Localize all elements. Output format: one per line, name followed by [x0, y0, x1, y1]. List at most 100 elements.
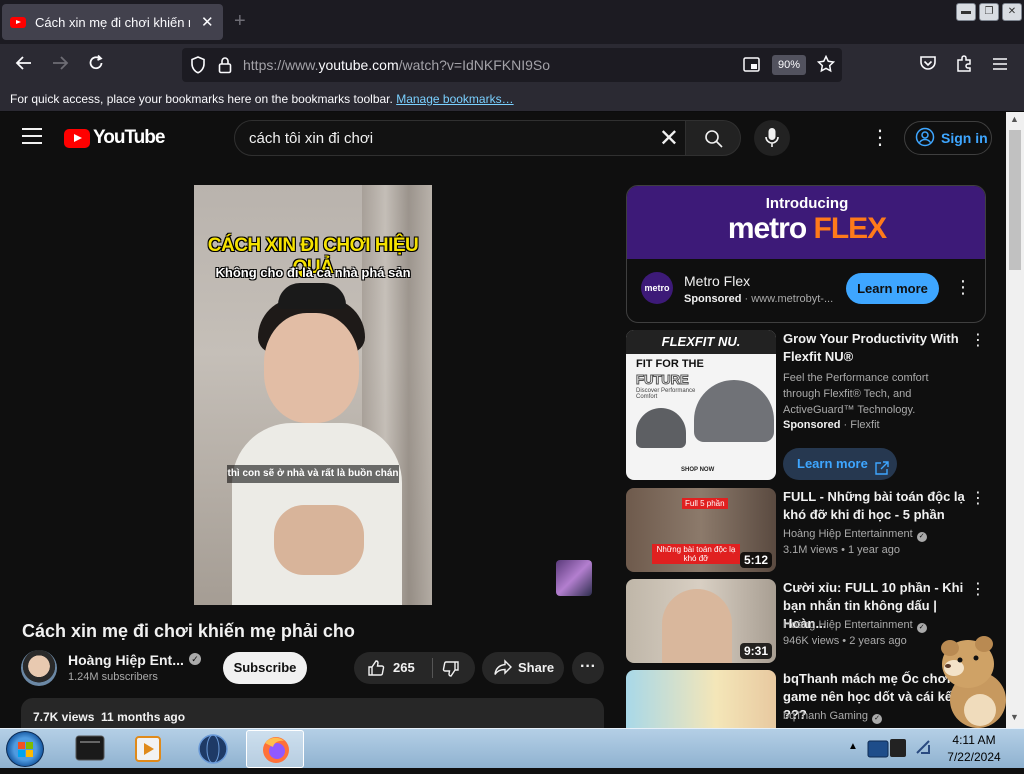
minimize-button[interactable]: ▬: [956, 3, 976, 21]
flexfit-learn-more-button[interactable]: Learn more: [783, 448, 897, 480]
clear-search-icon[interactable]: ✕: [659, 124, 679, 153]
subscriber-count: 1.24M subscribers: [68, 671, 158, 683]
flexfit-thumb-future: FUTURE: [636, 372, 690, 388]
sponsored-ad-card[interactable]: Introducing metro FLEX metro Metro Flex …: [626, 185, 986, 323]
show-hidden-icons-arrow-icon[interactable]: ▲: [848, 741, 858, 752]
ad-advertiser-logo: metro: [641, 272, 673, 304]
clock-time[interactable]: 4:11 AM: [948, 733, 1000, 747]
ad-banner[interactable]: Introducing metro FLEX: [627, 186, 985, 259]
ad-learn-more-button[interactable]: Learn more: [846, 273, 939, 304]
channel-watermark[interactable]: [556, 560, 592, 596]
desktop-pet-hamster[interactable]: [934, 630, 1014, 728]
tab-close-icon[interactable]: ✕: [199, 13, 215, 31]
more-actions-button[interactable]: ···: [572, 652, 604, 684]
video-thumbnail[interactable]: Full 5 phần Những bài toán độc lạ khó đỡ…: [626, 488, 776, 572]
bookmark-star-icon[interactable]: [816, 54, 836, 78]
search-button[interactable]: [685, 120, 741, 156]
video-player[interactable]: CÁCH XIN ĐI CHƠI HIỆU QUẢ Không cho đi l…: [194, 185, 432, 605]
channel-name[interactable]: Hoàng Hiệp Ent...: [68, 652, 184, 668]
related-video-card[interactable]: Full 5 phần Những bài toán độc lạ khó đỡ…: [626, 488, 1001, 572]
ad-banner-brand: metro FLEX: [727, 212, 887, 245]
tracking-protection-shield-icon[interactable]: [190, 56, 206, 79]
flexfit-thumb-discover: Discover Performance Comfort: [636, 388, 696, 400]
flexfit-thumbnail[interactable]: FLEXFIT NU. FIT FOR THE FUTURE Discover …: [626, 330, 776, 480]
description-box[interactable]: 7.7K views 11 months ago: [21, 698, 604, 728]
ad-menu-kebab-icon[interactable]: ⋮: [954, 277, 972, 298]
share-arrow-icon: [493, 659, 513, 682]
url-text: https://www.youtube.com/watch?v=IdNKFKNI…: [243, 57, 550, 73]
youtube-page: YouTube cách tôi xin đi chơi ✕ ⋮ Sign in…: [0, 112, 1006, 728]
flexfit-thumb-band: FLEXFIT NU.: [626, 330, 776, 354]
new-tab-icon[interactable]: +: [234, 10, 246, 33]
search-icon: [704, 129, 724, 154]
card-menu-kebab-icon[interactable]: ⋮: [970, 579, 986, 599]
settings-kebab-icon[interactable]: ⋮: [870, 126, 890, 150]
tab-title: Cách xin mẹ đi chơi khiến mẹ phải cho: [35, 14, 190, 30]
thumb-tag: Full 5 phần: [682, 498, 728, 509]
pocket-icon[interactable]: [917, 54, 939, 76]
restore-button[interactable]: ❐: [979, 3, 999, 21]
thumb-text: Những bài toán độc lạ khó đỡ: [652, 544, 740, 564]
taskbar-app-firefox[interactable]: [246, 730, 304, 768]
cap-image: [694, 380, 774, 442]
lock-icon[interactable]: [218, 56, 232, 79]
taskbar-app-media-player[interactable]: [120, 730, 178, 768]
youtube-logo-text: YouTube: [93, 127, 165, 148]
taskbar: ▲ 4:11 AM 7/22/2024: [0, 728, 1024, 768]
video-thumbnail[interactable]: [626, 670, 776, 728]
url-bar[interactable]: https://www.youtube.com/watch?v=IdNKFKNI…: [182, 48, 842, 82]
sign-in-button[interactable]: Sign in: [904, 121, 992, 155]
verified-check-icon: ✓: [916, 532, 927, 542]
flexfit-sponsored-card[interactable]: FLEXFIT NU. FIT FOR THE FUTURE Discover …: [626, 330, 1001, 482]
youtube-play-logo-icon: [64, 128, 90, 148]
sign-in-label: Sign in: [941, 130, 988, 146]
ad-sponsored-line: Sponsored · www.metrobyt-...: [684, 293, 834, 305]
navigation-bar: https://www.youtube.com/watch?v=IdNKFKNI…: [0, 44, 1024, 86]
thumbs-down-icon[interactable]: [442, 660, 460, 683]
card-menu-kebab-icon[interactable]: ⋮: [970, 330, 986, 350]
browser-tab[interactable]: Cách xin mẹ đi chơi khiến mẹ phải cho ✕: [2, 4, 223, 40]
scrollbar-thumb[interactable]: [1009, 130, 1021, 270]
close-window-button[interactable]: ✕: [1002, 3, 1022, 21]
network-icon[interactable]: [914, 739, 932, 762]
tab-bar: Cách xin mẹ đi chơi khiến mẹ phải cho ✕ …: [0, 0, 1024, 44]
search-input[interactable]: cách tôi xin đi chơi ✕: [234, 120, 686, 156]
flexfit-sponsored-line: Sponsored · Flexfit: [783, 419, 880, 431]
flexfit-thumb-fit: FIT FOR THE: [636, 358, 704, 370]
taskbar-app-terminal[interactable]: [62, 730, 120, 768]
menu-hamburger-icon[interactable]: [989, 54, 1011, 76]
taskbar-app-globe[interactable]: [184, 730, 242, 768]
start-button[interactable]: [6, 731, 44, 767]
manage-bookmarks-link[interactable]: Manage bookmarks…: [396, 92, 513, 106]
zoom-level-badge[interactable]: 90%: [772, 55, 806, 75]
forward-arrow-icon[interactable]: [49, 54, 71, 76]
youtube-favicon-icon: [10, 16, 26, 28]
video-meta: 3.1M views • 1 year ago: [783, 544, 900, 556]
video-channel[interactable]: Hoàng Hiệp Entertainment ✓: [783, 528, 927, 542]
video-channel[interactable]: Hoàng Hiệp Entertainment ✓: [783, 619, 927, 633]
video-thumbnail[interactable]: 9:31: [626, 579, 776, 663]
share-button[interactable]: Share: [482, 652, 564, 684]
tray-app-icon[interactable]: [866, 737, 910, 766]
thumbs-up-icon[interactable]: [367, 659, 385, 682]
scroll-up-arrow-icon[interactable]: ▲: [1010, 114, 1019, 124]
verified-check-icon: ✓: [872, 714, 882, 724]
clock-date[interactable]: 7/22/2024: [946, 750, 1002, 764]
back-arrow-icon[interactable]: [13, 54, 35, 76]
card-menu-kebab-icon[interactable]: ⋮: [970, 488, 986, 508]
flexfit-title[interactable]: Grow Your Productivity With Flexfit NU®: [783, 330, 968, 366]
video-channel[interactable]: bqThanh Gaming ✓: [783, 710, 882, 724]
video-overlay-subtitle: Không cho đi là cả nhà phá sản: [215, 265, 411, 280]
channel-avatar[interactable]: [21, 650, 57, 686]
video-title[interactable]: FULL - Những bài toán độc lạ khó đỡ khi …: [783, 488, 968, 524]
account-icon: [915, 127, 935, 150]
subscribe-button[interactable]: Subscribe: [223, 652, 307, 684]
reload-icon[interactable]: [85, 54, 107, 76]
video-duration: 9:31: [739, 643, 772, 659]
voice-search-button[interactable]: [754, 120, 790, 156]
guide-menu-icon[interactable]: [22, 128, 42, 149]
youtube-logo[interactable]: YouTube: [64, 127, 165, 149]
ad-banner-intro: Introducing: [765, 195, 849, 212]
extensions-icon[interactable]: [953, 54, 975, 76]
picture-in-picture-icon[interactable]: [743, 57, 761, 78]
